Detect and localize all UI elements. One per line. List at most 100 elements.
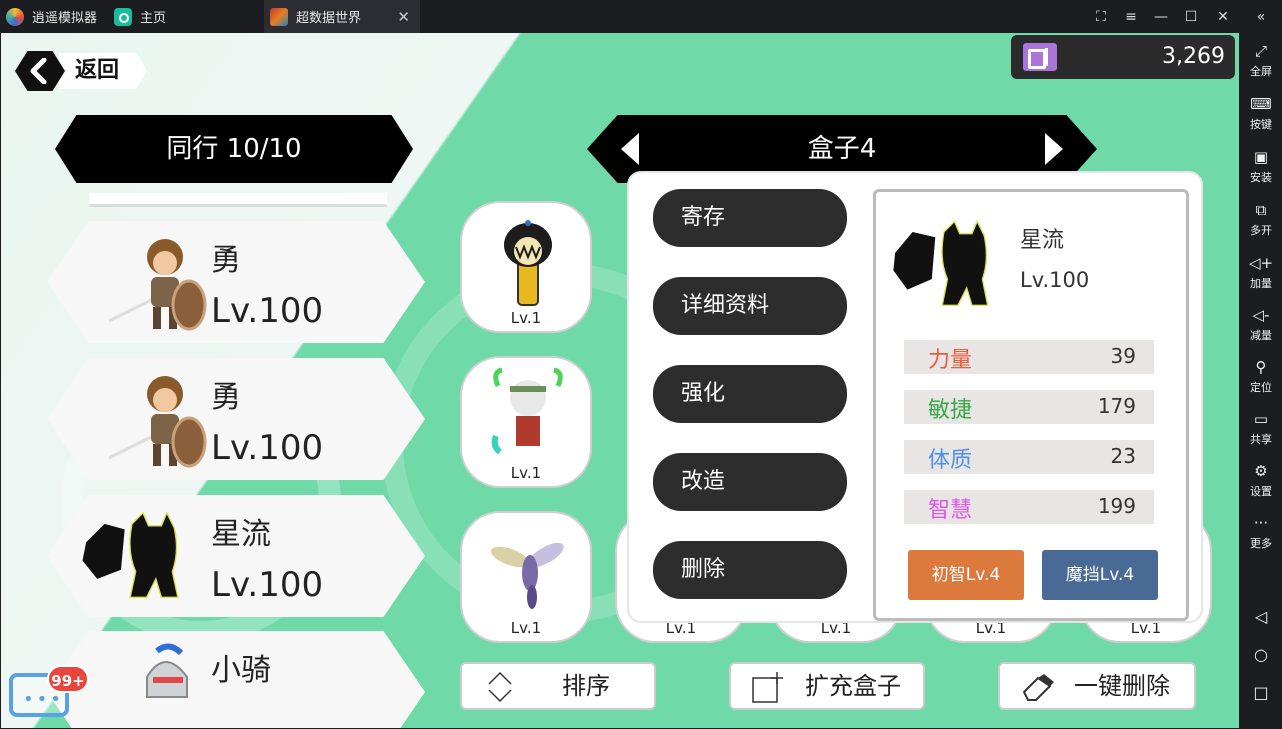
chat-button[interactable]: ••• 99+ <box>5 665 89 725</box>
sidebar-item-share[interactable]: ▭ 共享 <box>1240 403 1282 453</box>
party-member-name: 小骑 <box>211 653 271 688</box>
volume-down-icon: ◁- <box>1252 306 1270 324</box>
party-member-card[interactable]: 勇 Lv.100 <box>47 221 425 343</box>
stat-row-constitution: 体质 23 <box>904 440 1154 474</box>
sidebar-item-volume-down[interactable]: ◁- 减量 <box>1240 299 1282 349</box>
hero-avatar-icon <box>108 239 207 331</box>
stat-value: 23 <box>1110 444 1136 468</box>
stat-value: 39 <box>1110 344 1136 368</box>
modify-button[interactable]: 改造 <box>653 453 847 511</box>
screenshot-icon[interactable]: ⛶ <box>1086 0 1116 33</box>
stat-row-strength: 力量 39 <box>904 340 1154 374</box>
box-slot[interactable]: Lv.1 <box>460 201 592 333</box>
next-box-arrow-icon[interactable] <box>1045 133 1063 165</box>
chat-unread-badge: 99+ <box>47 665 89 693</box>
tab-emulator[interactable]: 逍遥模拟器 <box>0 0 108 33</box>
stat-label: 智慧 <box>928 498 973 523</box>
sidebar-label: 共享 <box>1250 433 1272 446</box>
party-member-name: 勇 <box>211 380 241 415</box>
menu-icon[interactable]: ≡ <box>1116 0 1146 33</box>
home-nav-icon[interactable]: ○ <box>1240 639 1282 669</box>
tab-game[interactable]: 超数据世界 ✕ <box>264 0 420 33</box>
box-slot[interactable]: Lv.1 <box>460 511 592 643</box>
sort-button[interactable]: 排序 <box>460 662 656 710</box>
party-member-card[interactable]: 勇 Lv.100 <box>47 358 425 480</box>
party-member-card[interactable]: 小骑 <box>47 631 425 728</box>
chevron-left-icon <box>30 58 47 84</box>
maximize-icon[interactable]: ☐ <box>1176 0 1206 33</box>
apk-icon: ▣ <box>1253 148 1269 166</box>
emulator-sidebar: ⤢ 全屏 ⌨ 按键 ▣ 安装 ⧉ 多开 ◁+ 加量 ◁- 减量 ⚲ 定位 ▭ 共 <box>1240 33 1282 729</box>
tab-home[interactable]: 主页 <box>108 0 263 33</box>
unit-name: 星流 <box>1020 228 1065 253</box>
stat-label: 力量 <box>928 348 973 373</box>
stat-label: 体质 <box>928 448 973 473</box>
sidebar-item-volume-up[interactable]: ◁+ 加量 <box>1240 247 1282 297</box>
party-member-level: Lv.100 <box>211 565 324 605</box>
expand-box-button[interactable]: 扩充盒子 <box>729 662 925 710</box>
sidebar-label: 加量 <box>1250 277 1272 290</box>
tab-game-label: 超数据世界 <box>296 11 362 26</box>
worm-monster-icon <box>504 220 552 306</box>
stat-row-agility: 敏捷 179 <box>904 390 1154 424</box>
skill-badge[interactable]: 魔挡Lv.4 <box>1042 550 1158 600</box>
wasp-monster-icon <box>491 542 564 609</box>
sidebar-label: 多开 <box>1250 224 1272 237</box>
sidebar-item-more[interactable]: ··· 更多 <box>1240 507 1282 557</box>
location-pin-icon: ⚲ <box>1255 358 1267 376</box>
eraser-icon <box>1022 674 1054 701</box>
tab-emulator-label: 逍遥模拟器 <box>32 11 98 26</box>
back-button[interactable]: 返回 <box>15 51 147 91</box>
party-list-edge <box>89 193 387 207</box>
unit-detail-panel: 星流 Lv.100 力量 39 敏捷 179 体质 23 智慧 199 初智Lv… <box>873 189 1189 621</box>
delete-button[interactable]: 删除 <box>653 541 847 599</box>
collapse-sidebar-icon[interactable]: « <box>1246 0 1276 33</box>
sidebar-item-location[interactable]: ⚲ 定位 <box>1240 351 1282 401</box>
skill-badge[interactable]: 初智Lv.4 <box>908 550 1024 600</box>
home-icon <box>114 7 132 26</box>
sort-label: 排序 <box>562 672 610 700</box>
more-icon: ··· <box>1253 514 1269 532</box>
delete-all-button[interactable]: 一键删除 <box>998 662 1196 710</box>
sidebar-label: 设置 <box>1250 485 1272 498</box>
party-member-name: 星流 <box>211 517 271 552</box>
game-screen: 返回 3,269 同行 10/10 盒子4 勇 Lv.100 勇 Lv.100 … <box>1 33 1239 728</box>
sidebar-label: 更多 <box>1250 537 1272 550</box>
slot-level: Lv.1 <box>510 464 542 482</box>
party-member-name: 勇 <box>211 243 241 278</box>
slot-level: Lv.1 <box>510 309 542 327</box>
party-member-card[interactable]: 星流 Lv.100 <box>47 495 425 617</box>
tab-close-icon[interactable]: ✕ <box>397 8 410 26</box>
keyboard-icon: ⌨ <box>1250 95 1272 113</box>
details-button[interactable]: 详细资料 <box>653 277 847 335</box>
back-nav-icon[interactable]: ◁ <box>1240 601 1282 631</box>
gear-icon: ⚙ <box>1254 462 1268 480</box>
game-app-icon <box>270 7 288 26</box>
store-button[interactable]: 寄存 <box>653 189 847 247</box>
enhance-button[interactable]: 强化 <box>653 365 847 423</box>
knight-avatar-icon <box>146 643 188 698</box>
sidebar-item-multi[interactable]: ⧉ 多开 <box>1240 194 1282 244</box>
sidebar-label: 定位 <box>1250 381 1272 394</box>
slot-level: Lv.1 <box>510 619 542 637</box>
expand-box-label: 扩充盒子 <box>805 672 901 700</box>
sidebar-item-fullscreen[interactable]: ⤢ 全屏 <box>1240 35 1282 85</box>
delete-all-label: 一键删除 <box>1074 672 1170 700</box>
sidebar-item-settings[interactable]: ⚙ 设置 <box>1240 455 1282 505</box>
recents-nav-icon[interactable]: □ <box>1240 677 1282 707</box>
party-member-level: Lv.100 <box>211 291 324 331</box>
box-slot[interactable]: Lv.1 <box>460 356 592 488</box>
party-member-level: Lv.100 <box>211 428 324 468</box>
window-close-icon[interactable]: ✕ <box>1208 0 1238 33</box>
unit-level: Lv.100 <box>1020 268 1090 292</box>
minimize-icon[interactable]: — <box>1146 0 1176 33</box>
prev-box-arrow-icon[interactable] <box>621 133 639 165</box>
stat-value: 199 <box>1097 494 1136 518</box>
fullscreen-icon: ⤢ <box>1254 42 1267 60</box>
sidebar-item-keymap[interactable]: ⌨ 按键 <box>1240 88 1282 138</box>
sort-icon <box>488 671 512 703</box>
party-header: 同行 10/10 <box>55 115 413 183</box>
unit-action-popup: 寄存 详细资料 强化 改造 删除 星流 Lv.100 力量 39 敏捷 179 <box>627 171 1203 623</box>
stat-label: 敏捷 <box>928 398 973 423</box>
sidebar-item-install[interactable]: ▣ 安装 <box>1240 141 1282 191</box>
